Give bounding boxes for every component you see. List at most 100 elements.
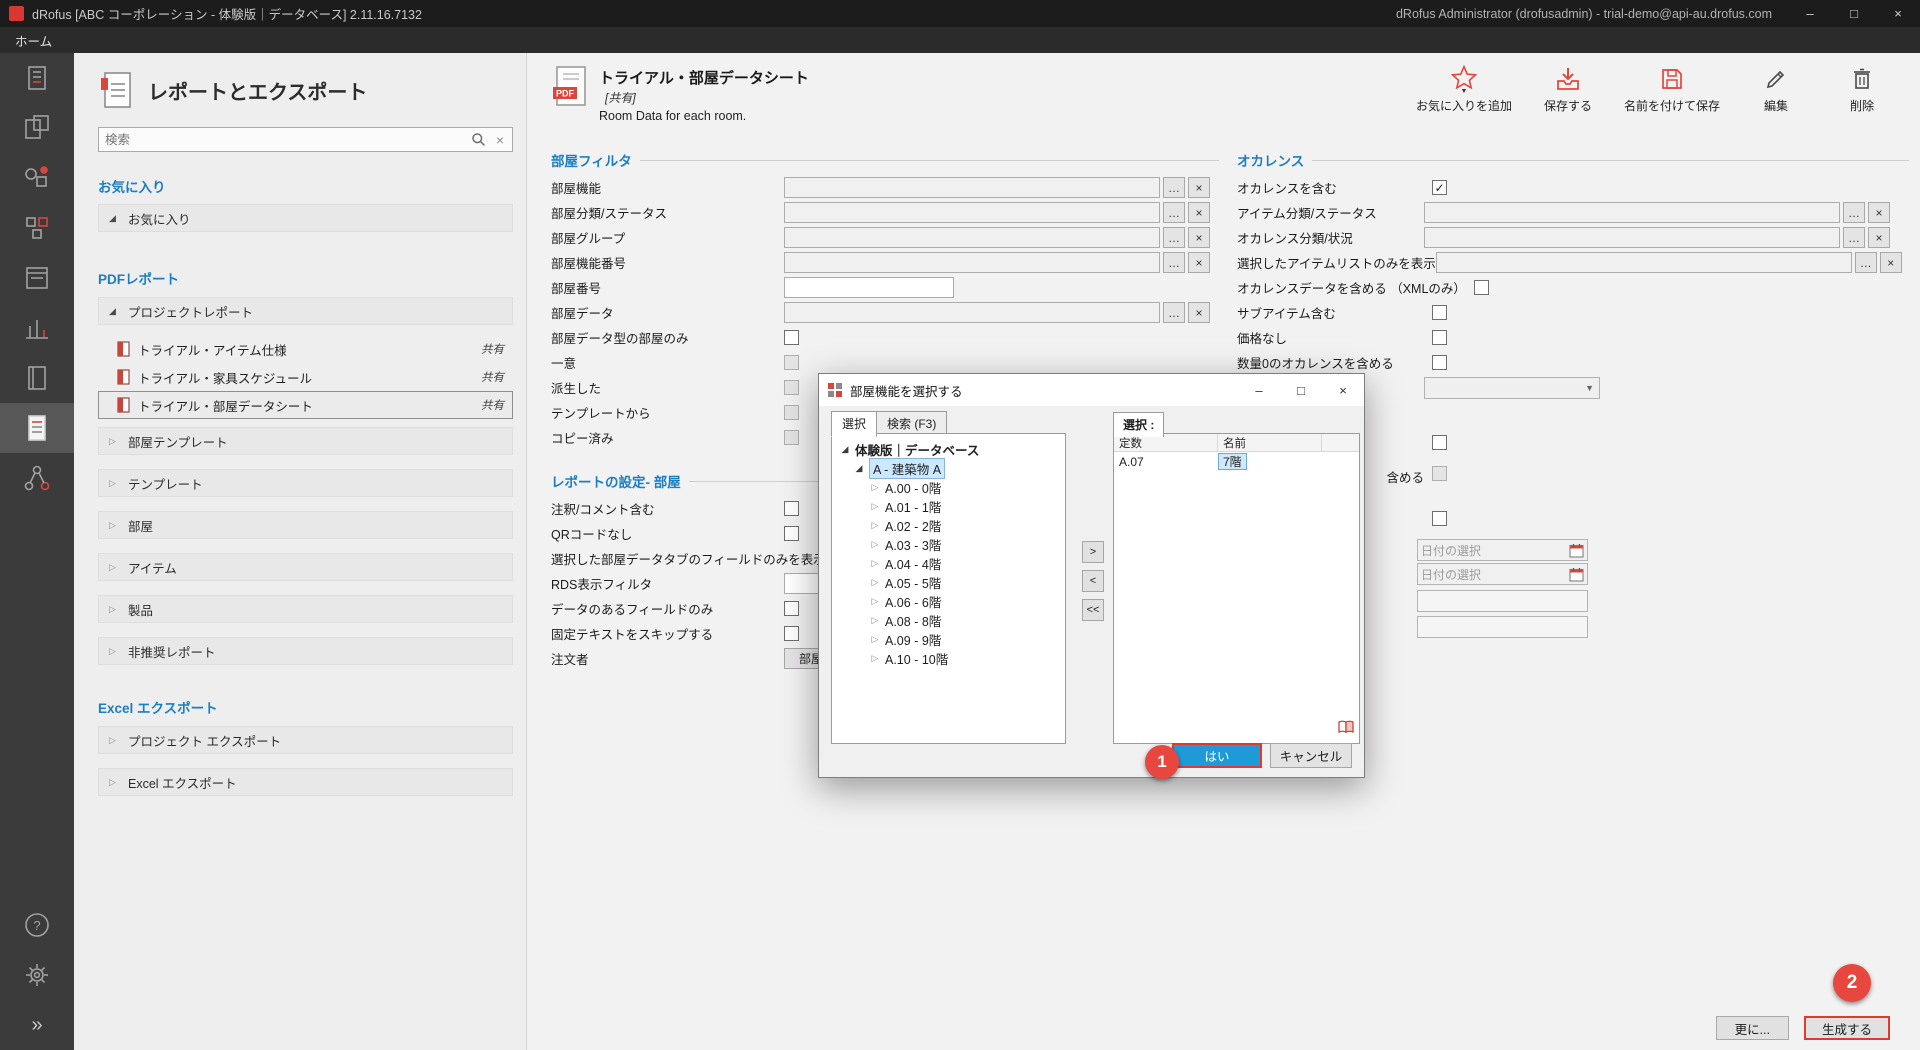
date-to-field[interactable]: 日付の選択 [1417,563,1588,585]
report-item-trial-room-datasheet[interactable]: トライアル・部屋データシート 共有 [98,391,513,419]
room-number-input[interactable] [784,277,954,298]
selected-item-lists-clear-button[interactable]: × [1880,252,1902,273]
sidebar-item-items[interactable] [0,203,74,253]
tree-node-a05[interactable]: ▷A.05 - 5階 [832,573,1065,592]
sidebar-item-project[interactable] [0,53,74,103]
hidden-option-checkbox-2[interactable] [1432,466,1447,481]
occurrence-classification-input[interactable] [1424,227,1840,248]
room-group-clear-button[interactable]: × [1188,227,1210,248]
room-data-input[interactable] [784,302,1160,323]
tree-node-a10[interactable]: ▷A.10 - 10階 [832,649,1065,668]
sidebar-item-help[interactable]: ? [0,900,74,950]
report-item-trial-item-spec[interactable]: トライアル・アイテム仕様 共有 [98,335,513,363]
item-classification-browse-button[interactable]: … [1843,202,1865,223]
derived-checkbox[interactable] [784,380,799,395]
tab-select[interactable]: 選択 [831,411,877,437]
room-function-clear-button[interactable]: × [1188,177,1210,198]
hidden-option-checkbox-1[interactable] [1432,435,1447,450]
room-function-number-input[interactable] [784,252,1160,273]
sidebar-expand-button[interactable]: » [0,1000,74,1050]
cancel-button[interactable]: キャンセル [1270,743,1352,768]
dialog-maximize-button[interactable]: □ [1280,374,1322,406]
occurrence-classification-browse-button[interactable]: … [1843,227,1865,248]
room-group-browse-button[interactable]: … [1163,227,1185,248]
group-room-templates[interactable]: ▷ 部屋テンプレート [98,427,513,455]
window-minimize-button[interactable]: – [1788,0,1832,27]
item-classification-clear-button[interactable]: × [1868,202,1890,223]
move-left-button[interactable]: < [1082,570,1104,592]
tree-node-a09[interactable]: ▷A.09 - 9階 [832,630,1065,649]
table-row[interactable]: A.07 7階 [1114,452,1359,471]
calendar-icon[interactable] [1569,543,1584,558]
yes-button[interactable]: はい [1172,743,1262,768]
fields-with-data-only-checkbox[interactable] [784,601,799,616]
window-close-button[interactable]: × [1876,0,1920,27]
sidebar-item-documents[interactable] [0,353,74,403]
project-reports-group[interactable]: ◢ プロジェクトレポート [98,297,513,325]
tree-node-root[interactable]: ◢体験版｜データベース [832,440,1065,459]
room-classification-input[interactable] [784,202,1160,223]
edit-button[interactable]: 編集 [1746,63,1806,114]
clear-search-icon[interactable]: × [494,132,506,148]
group-items[interactable]: ▷ アイテム [98,553,513,581]
item-classification-input[interactable] [1424,202,1840,223]
include-annotations-checkbox[interactable] [784,501,799,516]
room-data-type-only-checkbox[interactable] [784,330,799,345]
sidebar-item-relations[interactable] [0,453,74,503]
move-right-button[interactable]: > [1082,541,1104,563]
room-classification-clear-button[interactable]: × [1188,202,1210,223]
tree-node-a01[interactable]: ▷A.01 - 1階 [832,497,1065,516]
group-rooms[interactable]: ▷ 部屋 [98,511,513,539]
save-as-button[interactable]: 名前を付けて保存 [1624,63,1720,114]
generate-button[interactable]: 生成する [1804,1016,1890,1040]
menu-home[interactable]: ホーム [0,31,67,50]
occurrence-dropdown[interactable]: ▼ [1424,377,1600,399]
save-button[interactable]: 保存する [1538,63,1598,114]
tree-node-a02[interactable]: ▷A.02 - 2階 [832,516,1065,535]
sidebar-item-settings[interactable] [0,950,74,1000]
more-button[interactable]: 更に... [1716,1016,1789,1040]
unique-checkbox[interactable] [784,355,799,370]
hidden-input-1[interactable] [1417,590,1588,612]
move-all-left-button[interactable]: << [1082,599,1104,621]
window-maximize-button[interactable]: □ [1832,0,1876,27]
sidebar-item-rooms[interactable] [0,103,74,153]
copied-checkbox[interactable] [784,430,799,445]
room-function-number-clear-button[interactable]: × [1188,252,1210,273]
room-classification-browse-button[interactable]: … [1163,202,1185,223]
include-zero-quantity-checkbox[interactable] [1432,355,1447,370]
calendar-icon[interactable] [1569,567,1584,582]
dialog-minimize-button[interactable]: – [1238,374,1280,406]
sidebar-item-systems[interactable] [0,303,74,353]
group-excel-export[interactable]: ▷ Excel エクスポート [98,768,513,796]
delete-button[interactable]: 削除 [1832,63,1892,114]
room-function-browse-button[interactable]: … [1163,177,1185,198]
group-deprecated-reports[interactable]: ▷ 非推奨レポート [98,637,513,665]
report-item-trial-furniture-schedule[interactable]: トライアル・家具スケジュール 共有 [98,363,513,391]
tree-node-a03[interactable]: ▷A.03 - 3階 [832,535,1065,554]
dialog-close-button[interactable]: × [1322,374,1364,406]
skip-fixed-text-checkbox[interactable] [784,626,799,641]
group-templates[interactable]: ▷ テンプレート [98,469,513,497]
sidebar-item-functions[interactable] [0,153,74,203]
include-occurrence-data-xml-checkbox[interactable] [1474,280,1489,295]
sidebar-item-reports[interactable] [0,403,74,453]
hidden-option-checkbox-3[interactable] [1432,511,1447,526]
add-favorite-button[interactable]: ▼ お気に入りを追加 [1416,63,1512,114]
hidden-input-2[interactable] [1417,616,1588,638]
room-function-number-browse-button[interactable]: … [1163,252,1185,273]
room-data-clear-button[interactable]: × [1188,302,1210,323]
tree-node-building-a[interactable]: ◢A - 建築物 A [832,459,1065,478]
sidebar-item-products[interactable] [0,253,74,303]
tree-node-a08[interactable]: ▷A.08 - 8階 [832,611,1065,630]
no-price-checkbox[interactable] [1432,330,1447,345]
room-function-input[interactable] [784,177,1160,198]
selected-item-lists-input[interactable] [1436,252,1852,273]
no-qr-code-checkbox[interactable] [784,526,799,541]
tree-node-a06[interactable]: ▷A.06 - 6階 [832,592,1065,611]
room-data-browse-button[interactable]: … [1163,302,1185,323]
column-name[interactable]: 名前 [1218,434,1322,451]
tree-node-a04[interactable]: ▷A.04 - 4階 [832,554,1065,573]
include-subitems-checkbox[interactable] [1432,305,1447,320]
group-project-export[interactable]: ▷ プロジェクト エクスポート [98,726,513,754]
